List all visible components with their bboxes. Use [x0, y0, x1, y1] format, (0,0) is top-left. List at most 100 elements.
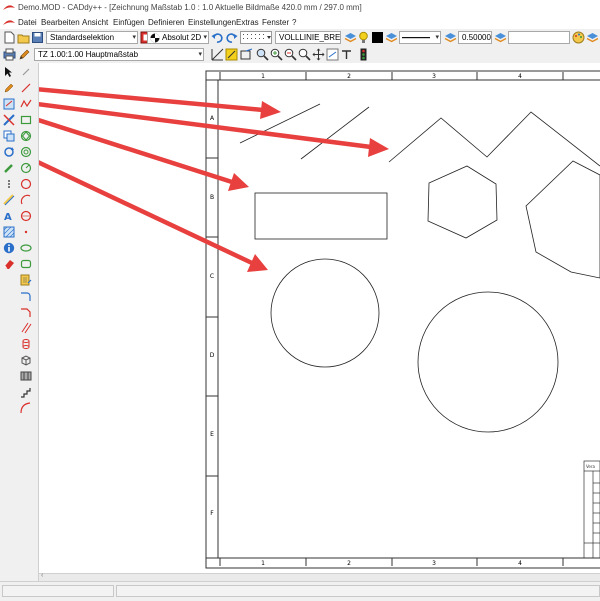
- circle-tool-icon[interactable]: [20, 178, 32, 190]
- open-folder-icon[interactable]: [17, 31, 30, 44]
- view-mode-value: Absolut 2D: [162, 33, 202, 42]
- zoom-window-icon[interactable]: [240, 48, 253, 61]
- select-arrow-icon[interactable]: [3, 66, 15, 78]
- menu-definieren[interactable]: Definieren: [148, 18, 184, 27]
- text-tool-icon[interactable]: A: [3, 210, 15, 222]
- secondary-toolbar: TZ 1.00:1.00 Hauptmaßstab ▾: [0, 47, 600, 64]
- new-file-icon[interactable]: [3, 31, 16, 44]
- redraw-icon[interactable]: [326, 48, 339, 61]
- menu-help[interactable]: ?: [292, 18, 296, 27]
- polyline-tool-icon[interactable]: [20, 98, 32, 110]
- svg-text:A: A: [4, 212, 12, 222]
- scale-value: TZ 1.00:1.00 Hauptmaßstab: [38, 50, 139, 59]
- measure-tool-icon[interactable]: [340, 48, 353, 61]
- line-type-combo[interactable]: ▾: [399, 31, 441, 44]
- undo-icon[interactable]: [211, 31, 224, 44]
- menu-extras[interactable]: Extras: [236, 18, 259, 27]
- box-tool-icon[interactable]: [20, 354, 32, 366]
- edit-tool-icon[interactable]: [3, 114, 15, 126]
- pencil-edit-icon[interactable]: [18, 48, 31, 61]
- info-icon[interactable]: [3, 242, 15, 254]
- layer-stack-icon[interactable]: [586, 31, 599, 44]
- stairs-tool-icon[interactable]: [20, 386, 32, 398]
- menu-bearbeiten[interactable]: Bearbeiten: [41, 18, 80, 27]
- drawing-sheet[interactable]: 1 2 3 4 1 2 3 4 A B C D E F Vera: [39, 63, 600, 573]
- lightbulb-icon[interactable]: [357, 31, 370, 44]
- selection-mode-combo[interactable]: Standardselektion ▾: [46, 31, 138, 44]
- view-mode-combo[interactable]: Absolut 2D ▾: [147, 31, 209, 44]
- scroll-left-icon[interactable]: ‹: [41, 572, 43, 579]
- copy-tool-icon[interactable]: [3, 130, 15, 142]
- app-logo-icon: [3, 5, 15, 10]
- top-ruler-number: 4: [518, 73, 522, 80]
- print-icon[interactable]: [3, 48, 16, 61]
- grid-pattern-icon[interactable]: [240, 31, 272, 44]
- menu-einstellungen[interactable]: Einstellungen: [188, 18, 236, 27]
- chamfer-tool-icon[interactable]: [20, 306, 32, 318]
- menu-ansicht[interactable]: Ansicht: [82, 18, 108, 27]
- traffic-light-icon[interactable]: [357, 48, 370, 61]
- measure-icon[interactable]: [211, 48, 224, 61]
- sheet-outer-frame: [205, 70, 600, 569]
- text-block-icon[interactable]: [20, 274, 32, 286]
- left-ruler-letter: B: [210, 194, 214, 201]
- fillet-tool-icon[interactable]: [20, 290, 32, 302]
- chevron-down-icon: ▾: [198, 51, 202, 58]
- layer-stack-icon[interactable]: [385, 31, 398, 44]
- left-ruler-letter: F: [210, 510, 214, 517]
- zoom-fit-icon[interactable]: [225, 48, 238, 61]
- layer-tool-icon[interactable]: [3, 98, 15, 110]
- layer-stack-icon[interactable]: [444, 31, 457, 44]
- spline-tool-icon[interactable]: [20, 402, 32, 414]
- document-menu-icon[interactable]: [3, 19, 15, 26]
- polygon-outer-tool-icon[interactable]: [20, 146, 32, 158]
- drawing-canvas[interactable]: 1 2 3 4 1 2 3 4 A B C D E F Vera: [39, 63, 600, 573]
- pan-icon[interactable]: [312, 48, 325, 61]
- point-tool-icon[interactable]: [20, 66, 32, 78]
- left-ruler-letter: D: [210, 352, 215, 359]
- menu-einfuegen[interactable]: Einfügen: [113, 18, 145, 27]
- dimension-icon[interactable]: [3, 194, 15, 206]
- rectangle-tool-icon[interactable]: [20, 114, 32, 126]
- ellipse-tool-icon[interactable]: [20, 242, 32, 254]
- save-icon[interactable]: [31, 31, 44, 44]
- cylinder-tool-icon[interactable]: [20, 338, 32, 350]
- point-marker-icon[interactable]: [20, 226, 32, 238]
- menu-datei[interactable]: Datei: [18, 18, 37, 27]
- zoom-magnifier-icon[interactable]: [256, 48, 269, 61]
- snap-dots-icon[interactable]: [3, 178, 15, 190]
- line-width-field[interactable]: 0.500000: [458, 31, 492, 44]
- eraser-icon[interactable]: [3, 258, 15, 270]
- circle-two-point-icon[interactable]: [20, 210, 32, 222]
- rounded-rect-tool-icon[interactable]: [20, 258, 32, 270]
- text-field[interactable]: [508, 31, 570, 44]
- color-swatch-icon[interactable]: [371, 31, 384, 44]
- selection-mode-value: Standardselektion: [50, 33, 115, 42]
- top-ruler-number: 2: [347, 73, 351, 80]
- solid-line-icon: [402, 37, 430, 39]
- bottom-ruler-number: 3: [432, 560, 436, 567]
- menu-fenster[interactable]: Fenster: [262, 18, 289, 27]
- zoom-in-icon[interactable]: [270, 48, 283, 61]
- parallel-line-icon[interactable]: [20, 322, 32, 334]
- line-style-field[interactable]: VOLLLINIE_BREIT: [275, 31, 341, 44]
- line-tool-icon[interactable]: [20, 82, 32, 94]
- scale-combo[interactable]: TZ 1.00:1.00 Hauptmaßstab ▾: [34, 48, 204, 61]
- tool-palette: A: [0, 63, 39, 581]
- polygon-tool-icon[interactable]: [20, 130, 32, 142]
- layer-stack-icon[interactable]: [344, 31, 357, 44]
- zoom-previous-icon[interactable]: [298, 48, 311, 61]
- wall-tool-icon[interactable]: [20, 370, 32, 382]
- layer-stack-icon[interactable]: [494, 31, 507, 44]
- pen-tool-icon[interactable]: [3, 82, 15, 94]
- circle-center-radius-icon[interactable]: [20, 162, 32, 174]
- top-ruler-number: 1: [261, 73, 265, 80]
- arc-tool-icon[interactable]: [20, 194, 32, 206]
- bottom-ruler-number: 2: [347, 560, 351, 567]
- draw-tool-icon[interactable]: [3, 162, 15, 174]
- palette-icon[interactable]: [572, 31, 585, 44]
- redo-icon[interactable]: [225, 31, 238, 44]
- zoom-out-icon[interactable]: [284, 48, 297, 61]
- hatch-tool-icon[interactable]: [3, 226, 15, 238]
- rotate-tool-icon[interactable]: [3, 146, 15, 158]
